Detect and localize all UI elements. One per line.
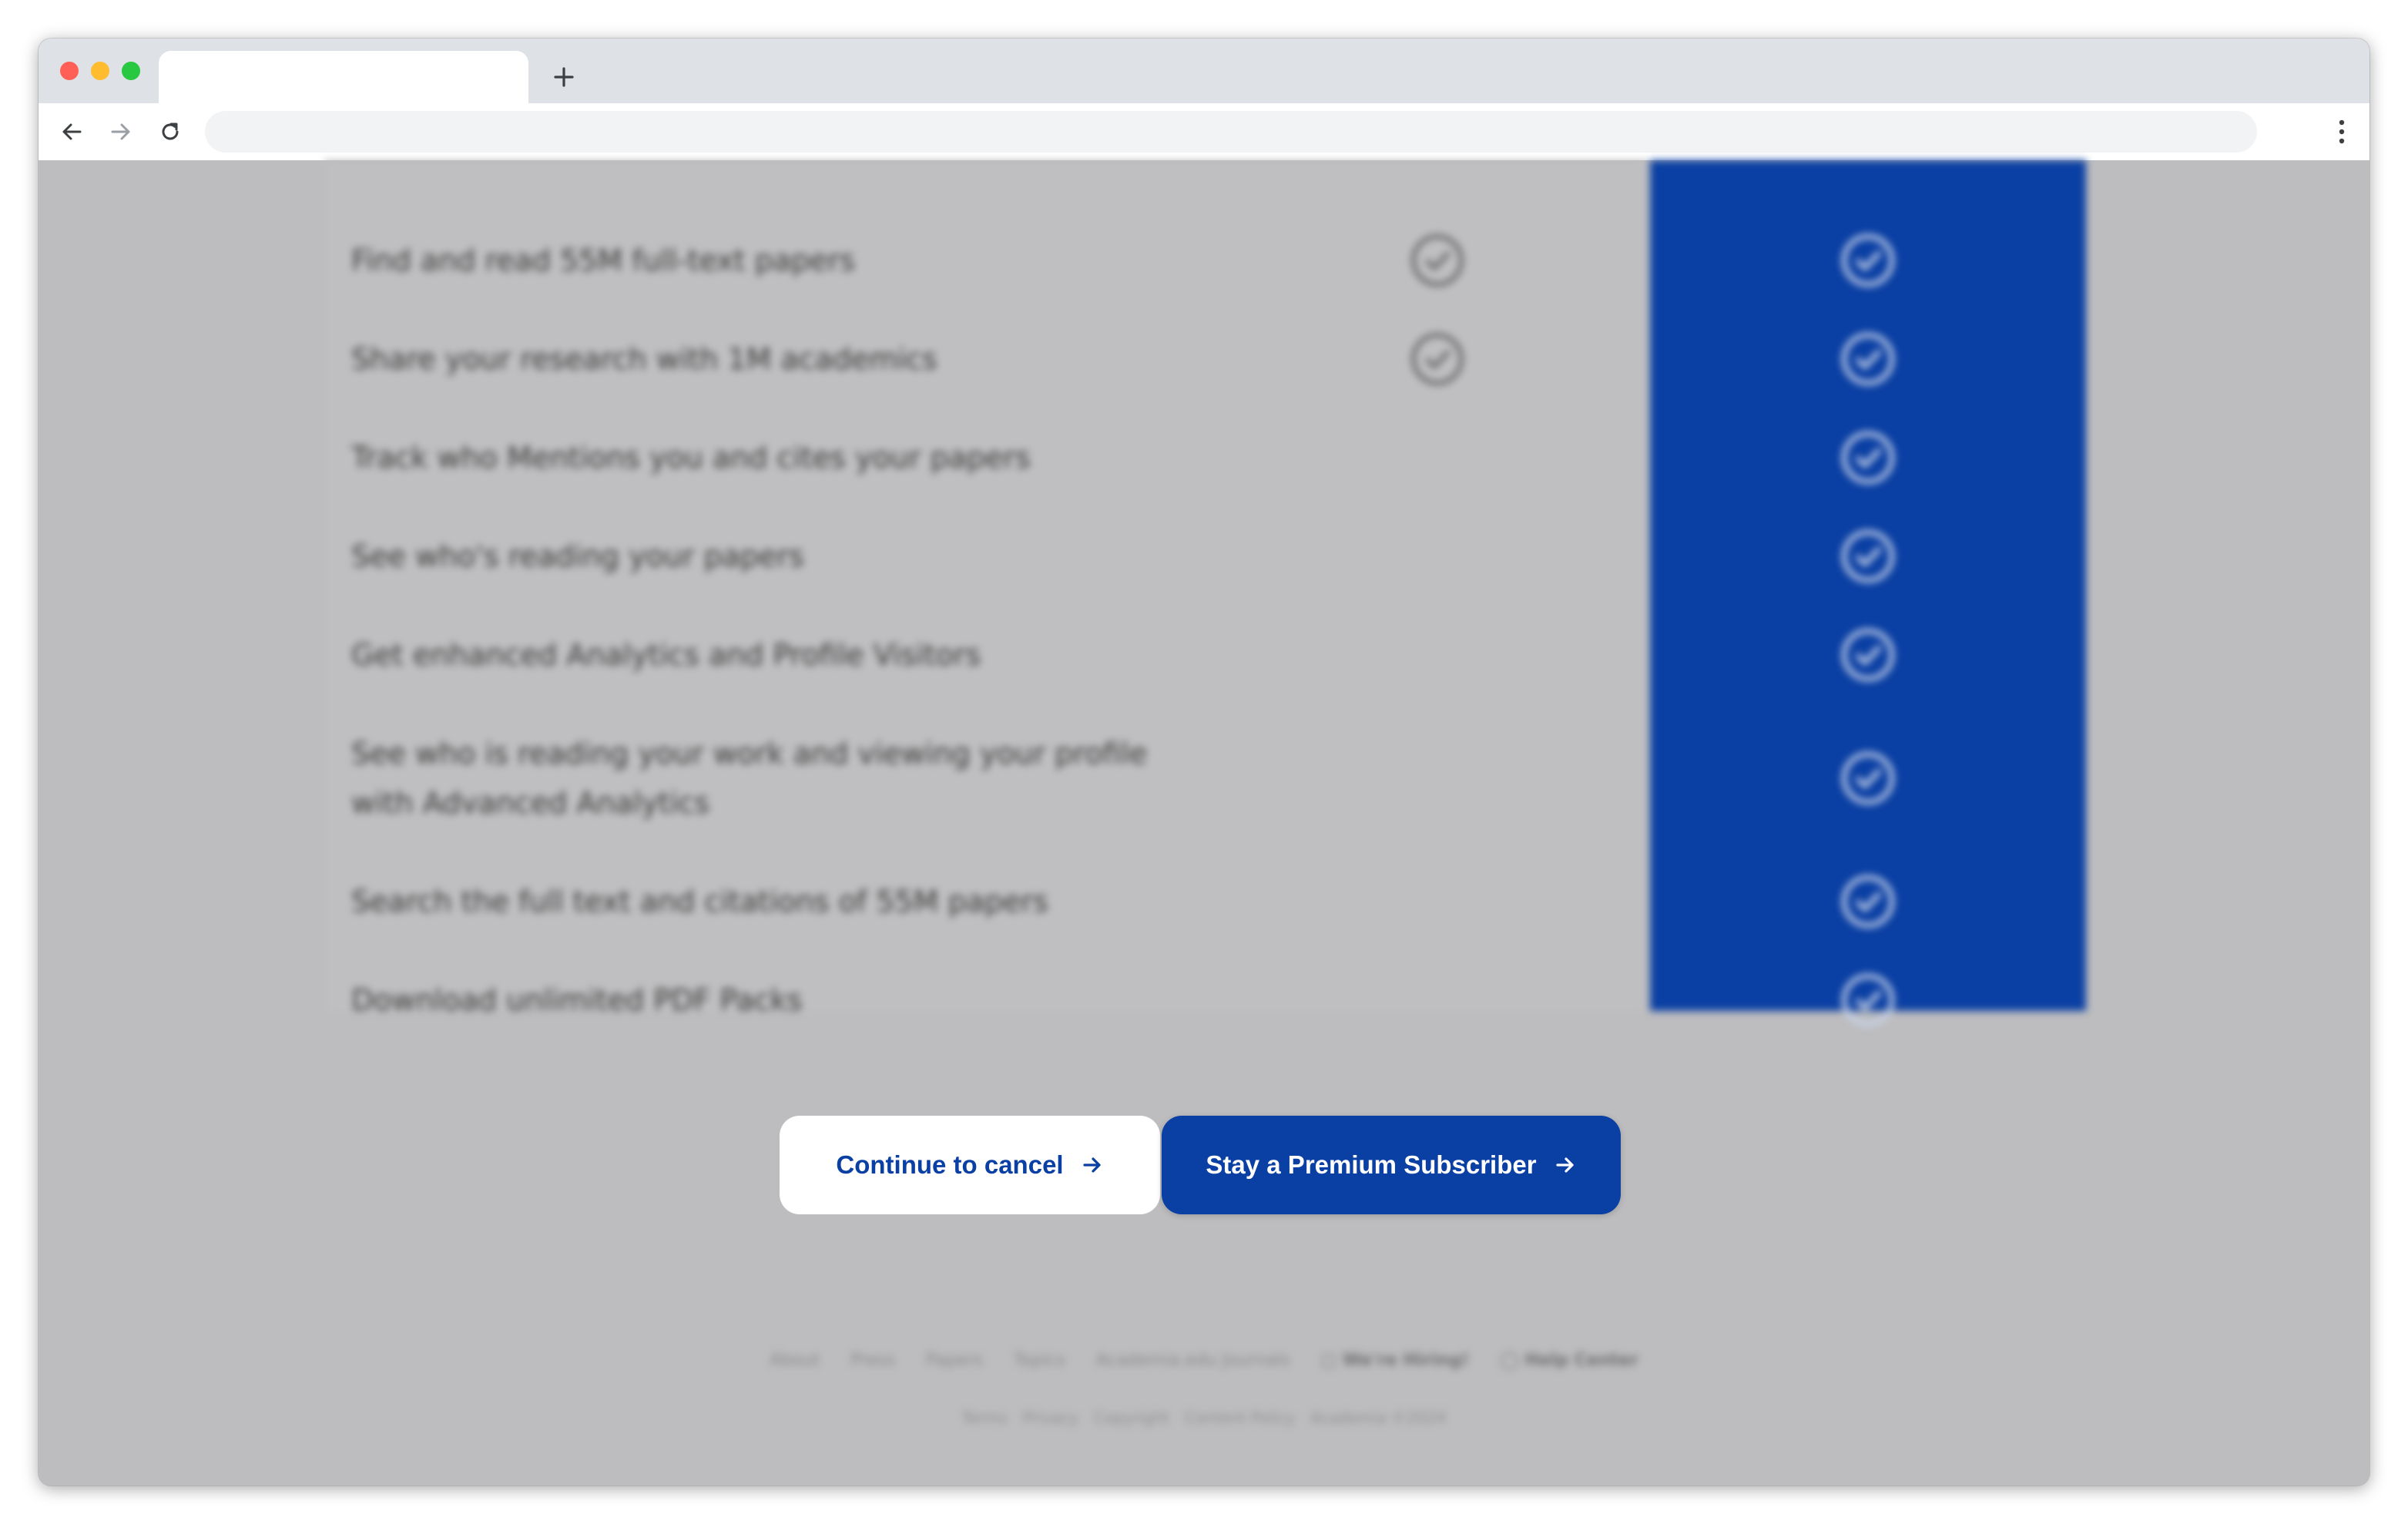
footer-legal-link[interactable]: Terms <box>962 1409 1008 1427</box>
feature-row-label: Get enhanced Analytics and Profile Visit… <box>351 638 981 672</box>
premium-check-icon <box>1842 333 1894 385</box>
premium-check-icon <box>1842 875 1894 928</box>
browser-toolbar <box>39 103 2369 160</box>
footer-link[interactable]: About <box>770 1351 820 1370</box>
maximize-window-button[interactable] <box>122 62 140 80</box>
feature-row-label: See who's reading your papers <box>351 539 804 573</box>
help-circle-icon: ◯ <box>1500 1351 1525 1370</box>
reload-icon <box>162 123 179 140</box>
footer-legal: Terms Privacy Copyright Content Policy A… <box>39 1409 2369 1427</box>
premium-check-icon <box>1842 530 1894 583</box>
free-check-icon <box>1411 333 1464 385</box>
premium-check-icon <box>1842 752 1894 804</box>
back-button[interactable] <box>54 114 89 149</box>
close-window-button[interactable] <box>60 62 79 80</box>
feature-row-label: Share your research with 1M academics <box>351 342 937 376</box>
briefcase-icon: ▢ <box>1320 1351 1343 1370</box>
stay-premium-label: Stay a Premium Subscriber <box>1206 1150 1537 1179</box>
feature-row-label: Search the full text and citations of 55… <box>351 885 1048 918</box>
kebab-menu-icon <box>2339 119 2345 144</box>
premium-check-icon <box>1842 974 1894 1026</box>
continue-to-cancel-label: Continue to cancel <box>836 1150 1064 1179</box>
reload-button[interactable] <box>153 114 188 149</box>
footer-link[interactable]: Topics <box>1014 1351 1065 1370</box>
footer-link-help-label: Help Center <box>1524 1351 1638 1370</box>
feature-row-label: Find and read 55M full-text papers <box>351 243 856 277</box>
premium-check-icon <box>1842 234 1894 287</box>
browser-window: Find and read 55M full-text papers Share… <box>39 39 2369 1486</box>
footer-copyright: Academia ©2024 <box>1310 1409 1447 1427</box>
footer-link[interactable]: Papers <box>926 1351 983 1370</box>
premium-check-icon <box>1842 431 1894 484</box>
arrow-right-icon <box>1082 1157 1101 1173</box>
footer-link[interactable]: Press <box>850 1351 895 1370</box>
forward-button[interactable] <box>103 114 139 149</box>
blurred-background: Find and read 55M full-text papers Share… <box>39 160 2369 1486</box>
continue-to-cancel-button[interactable]: Continue to cancel <box>780 1116 1160 1214</box>
footer-link-hiring[interactable]: ▢ We're Hiring! <box>1320 1351 1469 1370</box>
back-arrow-icon <box>62 123 82 140</box>
feature-row-label: See who is reading your work and viewing… <box>351 737 1148 820</box>
free-check-icon <box>1411 234 1464 287</box>
footer-link-hiring-label: We're Hiring! <box>1342 1351 1470 1370</box>
footer-link-help[interactable]: ◯ Help Center <box>1500 1351 1638 1370</box>
footer-legal-link[interactable]: Privacy <box>1023 1409 1078 1427</box>
footer-legal-link[interactable]: Content Policy <box>1185 1409 1295 1427</box>
arrow-right-icon <box>1555 1157 1574 1173</box>
feature-row-label: Track who Mentions you and cites your pa… <box>351 441 1031 475</box>
footer-links: About Press Papers Topics Academia.edu J… <box>39 1351 2369 1370</box>
footer-legal-link[interactable]: Copyright <box>1094 1409 1169 1427</box>
tab-bar <box>39 39 2369 103</box>
plus-icon <box>554 67 574 87</box>
feature-row-label: Download unlimited PDF Packs <box>351 983 803 1017</box>
forward-arrow-icon <box>111 123 130 140</box>
address-bar[interactable] <box>205 111 2257 153</box>
stay-premium-button[interactable]: Stay a Premium Subscriber <box>1162 1116 1621 1214</box>
page-content: Find and read 55M full-text papers Share… <box>39 160 2369 1486</box>
browser-menu-button[interactable] <box>2326 114 2357 149</box>
new-tab-button[interactable] <box>547 60 581 94</box>
active-tab[interactable] <box>159 51 528 103</box>
footer-link[interactable]: Academia.edu Journals <box>1096 1351 1290 1370</box>
minimize-window-button[interactable] <box>91 62 109 80</box>
premium-check-icon <box>1842 629 1894 681</box>
